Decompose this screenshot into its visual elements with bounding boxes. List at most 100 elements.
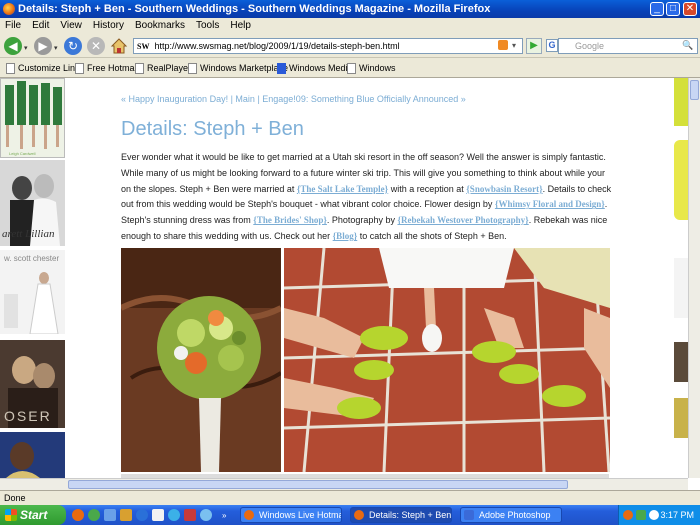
quicklaunch-ie-icon[interactable]: [104, 509, 116, 521]
task-photoshop[interactable]: Adobe Photoshop: [460, 507, 562, 523]
firefox-icon: [3, 3, 15, 15]
site-favicon: SW: [137, 42, 150, 51]
main-link[interactable]: Main: [235, 94, 255, 104]
page-icon: [6, 63, 15, 75]
post-inline-link[interactable]: {Blog}: [333, 231, 358, 241]
sidebar-photo-couple-bw[interactable]: arett Lillian: [0, 160, 65, 246]
taskbar: Start » Windows Live Hotmail... Details:…: [0, 505, 700, 525]
next-post-link[interactable]: Engage!09: Something Blue Officially Ann…: [262, 94, 465, 104]
maximize-button[interactable]: □: [666, 2, 680, 16]
post-title: Details: Steph + Ben: [121, 118, 304, 140]
start-label: Start: [20, 508, 48, 522]
bookmarks-toolbar: Customize Links Free Hotmail RealPlayer …: [0, 58, 700, 78]
reload-icon[interactable]: ↻: [64, 37, 82, 55]
quicklaunch-firefox-icon[interactable]: [72, 509, 84, 521]
url-bar[interactable]: SW http://www.swsmag.net/blog/2009/1/19/d…: [133, 38, 523, 54]
quicklaunch-media-icon[interactable]: [136, 509, 148, 521]
windows-logo-icon: [5, 509, 17, 521]
right-sidebar-edge: [674, 78, 688, 478]
sidebar-caption-2: arett Lillian: [2, 228, 55, 240]
bookmark-windows-media[interactable]: Windows Media: [277, 58, 353, 78]
sidebar-photo-bride-white[interactable]: w. scott chester: [0, 250, 65, 334]
photo-green-shoes[interactable]: [284, 248, 610, 472]
start-button[interactable]: Start: [0, 505, 66, 525]
windows-media-icon: [277, 63, 286, 75]
stop-icon[interactable]: ✕: [87, 37, 105, 55]
quicklaunch-messenger-icon[interactable]: [168, 509, 180, 521]
navigation-toolbar: ◀ ▾ ▶ ▾ ↻ ✕ SW http://www.swsmag.net/blog…: [0, 34, 700, 58]
sidebar-caption-3: w. scott chester: [4, 254, 60, 263]
photoshop-icon: [464, 510, 474, 520]
sidebar-photo-couple-sepia[interactable]: OSER: [0, 340, 65, 428]
minimize-button[interactable]: _: [650, 2, 664, 16]
rss-feed-icon[interactable]: [498, 40, 508, 50]
tray-icon-2[interactable]: [636, 510, 646, 520]
quicklaunch-doc-icon[interactable]: [152, 509, 164, 521]
post-text: to catch all the shots of Steph + Ben.: [357, 230, 507, 241]
home-icon[interactable]: [110, 37, 128, 55]
post-text: . Photography by: [326, 215, 398, 226]
go-button[interactable]: ▶: [526, 38, 542, 54]
page-icon: [75, 63, 84, 75]
search-engine-icon[interactable]: G: [546, 39, 558, 52]
right-ad-2[interactable]: [674, 140, 688, 220]
search-icon[interactable]: 🔍: [682, 40, 693, 51]
search-placeholder: Google: [575, 41, 605, 51]
hscroll-thumb[interactable]: [68, 480, 568, 489]
menu-help[interactable]: Help: [230, 20, 251, 31]
menu-bar: File Edit View History Bookmarks Tools Help: [0, 18, 700, 34]
close-button[interactable]: ✕: [683, 2, 697, 16]
quicklaunch-green-icon[interactable]: [88, 509, 100, 521]
quicklaunch-red-icon[interactable]: [184, 509, 196, 521]
right-ad-3[interactable]: [674, 258, 688, 318]
tray-icon-3[interactable]: [649, 510, 659, 520]
url-text: http://www.swsmag.net/blog/2009/1/19/det…: [154, 41, 400, 51]
right-ad-4[interactable]: [674, 342, 688, 382]
right-ad-5[interactable]: [674, 398, 688, 438]
horizontal-scrollbar[interactable]: [0, 478, 688, 490]
sidebar-photo-blue[interactable]: [0, 432, 65, 478]
window-title: Details: Steph + Ben - Southern Weddings…: [18, 3, 491, 15]
menu-file[interactable]: File: [5, 20, 21, 31]
task-hotmail[interactable]: Windows Live Hotmail...: [240, 507, 342, 523]
menu-bookmarks[interactable]: Bookmarks: [135, 20, 185, 31]
right-ad-1[interactable]: [674, 78, 688, 126]
quicklaunch-blue-icon[interactable]: [200, 509, 212, 521]
back-icon[interactable]: ◀: [4, 37, 22, 55]
quicklaunch-expand-icon[interactable]: »: [222, 511, 226, 520]
bookmark-windows-marketplace[interactable]: Windows Marketplace: [188, 58, 288, 78]
bookmark-realplayer[interactable]: RealPlayer: [135, 58, 191, 78]
forward-icon[interactable]: ▶: [34, 37, 52, 55]
svg-text:Leigh Cardwell: Leigh Cardwell: [9, 151, 36, 156]
bookmark-free-hotmail[interactable]: Free Hotmail: [75, 58, 139, 78]
post-inline-link[interactable]: {Snowbasin Resort}: [466, 184, 542, 194]
vertical-scrollbar[interactable]: [688, 78, 700, 478]
url-dropdown-icon[interactable]: ▾: [512, 41, 516, 50]
sidebar-photo-bridesmaids[interactable]: Leigh Cardwell: [0, 78, 65, 158]
bookmark-customize-links[interactable]: Customize Links: [6, 58, 84, 78]
menu-edit[interactable]: Edit: [32, 20, 49, 31]
search-input[interactable]: Google: [558, 38, 698, 54]
tray-icon-1[interactable]: [623, 510, 633, 520]
menu-view[interactable]: View: [60, 20, 82, 31]
back-dropdown-icon[interactable]: ▾: [24, 44, 28, 52]
quicklaunch-folder-icon[interactable]: [120, 509, 132, 521]
status-bar: Done: [0, 490, 700, 505]
scroll-thumb[interactable]: [690, 80, 699, 100]
system-tray: 3:17 PM: [618, 505, 700, 525]
menu-history[interactable]: History: [93, 20, 124, 31]
prev-post-link[interactable]: « Happy Inauguration Day!: [121, 94, 228, 104]
status-text: Done: [4, 493, 26, 503]
page-icon: [347, 63, 356, 75]
task-details-steph-ben[interactable]: Details: Steph + Ben ...: [350, 507, 452, 523]
firefox-icon: [244, 510, 254, 520]
bookmark-windows[interactable]: Windows: [347, 58, 396, 78]
photo-bouquet[interactable]: [121, 248, 281, 472]
forward-dropdown-icon[interactable]: ▾: [54, 44, 58, 52]
post-inline-link[interactable]: {Whimsy Floral and Design}: [495, 199, 605, 209]
menu-tools[interactable]: Tools: [196, 20, 219, 31]
post-inline-link[interactable]: {Rebekah Westover Photography}: [397, 215, 528, 225]
post-inline-link[interactable]: {The Brides' Shop}: [253, 215, 327, 225]
post-inline-link[interactable]: {The Salt Lake Temple}: [297, 184, 388, 194]
firefox-icon: [354, 510, 364, 520]
